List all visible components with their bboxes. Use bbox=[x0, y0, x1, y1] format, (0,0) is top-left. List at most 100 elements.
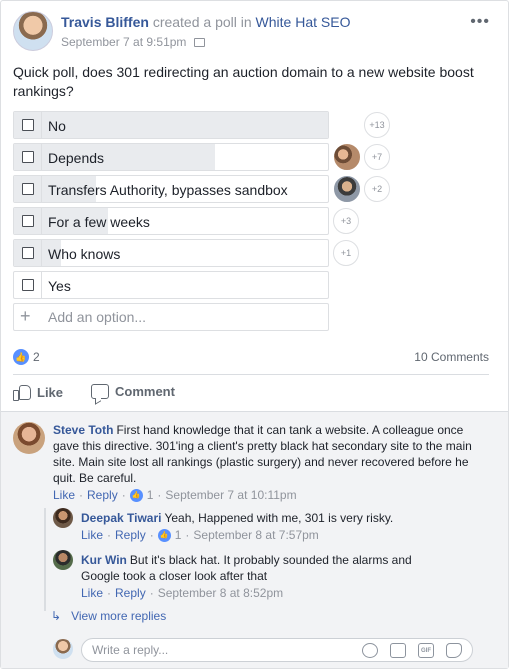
comment-timestamp[interactable]: September 8 at 7:57pm bbox=[193, 528, 318, 542]
commenter-name[interactable]: Deepak Tiwari bbox=[81, 511, 161, 525]
comment-text: But it's black hat. It probably sounded … bbox=[81, 553, 412, 583]
comment-button[interactable]: Comment bbox=[91, 384, 175, 399]
comment-timestamp[interactable]: September 8 at 8:52pm bbox=[158, 586, 283, 600]
comment-timestamp[interactable]: September 7 at 10:11pm bbox=[165, 488, 296, 502]
divider bbox=[13, 374, 489, 375]
separator: · bbox=[149, 586, 154, 600]
poll-option-label: Transfers Authority, bypasses sandbox bbox=[48, 182, 288, 198]
comment-body: Steve Toth First hand knowledge that it c… bbox=[53, 422, 473, 486]
comment-like-link[interactable]: Like bbox=[81, 586, 103, 600]
comment-bubble-icon bbox=[91, 384, 109, 399]
separator: · bbox=[107, 586, 112, 600]
comment: Steve Toth First hand knowledge that it c… bbox=[13, 422, 493, 506]
divider bbox=[41, 240, 42, 266]
voter-avatar[interactable] bbox=[333, 143, 361, 171]
poll-option: For a few weeks +3 bbox=[13, 207, 483, 235]
commenter-avatar[interactable] bbox=[13, 422, 45, 454]
reaction-count[interactable]: 1 bbox=[175, 528, 182, 542]
group-link[interactable]: White Hat SEO bbox=[256, 14, 351, 30]
plus-icon: + bbox=[20, 306, 31, 326]
voter-count-badge[interactable]: +13 bbox=[364, 112, 390, 138]
checkbox[interactable] bbox=[22, 151, 34, 163]
separator: · bbox=[121, 488, 126, 502]
poll-option-no[interactable]: No bbox=[13, 111, 329, 139]
poll-option-label: Depends bbox=[48, 150, 105, 166]
author-avatar[interactable] bbox=[13, 11, 53, 51]
view-more-replies[interactable]: ↳ View more replies bbox=[51, 609, 166, 623]
post-action-text: created a poll in bbox=[152, 14, 252, 30]
author-name[interactable]: Travis Bliffen bbox=[61, 14, 149, 30]
divider bbox=[41, 176, 42, 202]
voter-avatar[interactable] bbox=[333, 175, 361, 203]
comment-text: First hand knowledge that it can tank a … bbox=[53, 423, 472, 485]
separator: · bbox=[149, 528, 154, 542]
post-stats: 👍 2 10 Comments bbox=[13, 347, 489, 367]
checkbox[interactable] bbox=[22, 279, 34, 291]
post-meta: September 7 at 9:51pm bbox=[61, 35, 205, 49]
poll-option-transfers-authority[interactable]: Transfers Authority, bypasses sandbox bbox=[13, 175, 329, 203]
comment-count[interactable]: 10 Comments bbox=[414, 350, 489, 364]
commenter-avatar[interactable] bbox=[53, 550, 73, 570]
sticker-icon[interactable] bbox=[446, 643, 462, 658]
reply-field[interactable]: GIF bbox=[81, 638, 473, 662]
comment-body: Kur Win But it's black hat. It probably s… bbox=[81, 552, 451, 584]
comment-like-link[interactable]: Like bbox=[81, 528, 103, 542]
voter-count-badge[interactable]: +3 bbox=[333, 208, 359, 234]
poll-result-bar bbox=[14, 144, 215, 170]
reply-comment: Kur Win But it's black hat. It probably s… bbox=[53, 550, 493, 606]
poll-post-card: Travis Bliffen created a poll in White H… bbox=[0, 0, 509, 669]
poll-option-label: No bbox=[48, 118, 66, 134]
comment-body: Deepak Tiwari Yeah, Happened with me, 301… bbox=[81, 510, 481, 526]
comment-reply-link[interactable]: Reply bbox=[115, 528, 146, 542]
reply-arrow-icon: ↳ bbox=[51, 609, 62, 623]
voter-list: +13 bbox=[333, 111, 390, 139]
checkbox[interactable] bbox=[22, 183, 34, 195]
emoji-icon[interactable] bbox=[362, 643, 378, 658]
comment-button-label: Comment bbox=[115, 384, 175, 399]
poll-option-depends[interactable]: Depends bbox=[13, 143, 329, 171]
divider bbox=[41, 208, 42, 234]
poll-option-yes[interactable]: Yes bbox=[13, 271, 329, 299]
current-user-avatar bbox=[53, 639, 73, 659]
camera-icon[interactable] bbox=[390, 643, 406, 658]
checkbox[interactable] bbox=[22, 119, 34, 131]
comment-text: Yeah, Happened with me, 301 is very risk… bbox=[164, 511, 394, 525]
reply-input[interactable] bbox=[92, 641, 352, 659]
gif-icon[interactable]: GIF bbox=[418, 643, 434, 658]
post-timestamp[interactable]: September 7 at 9:51pm bbox=[61, 35, 186, 49]
poll-option-label: Who knows bbox=[48, 246, 121, 262]
add-option-input[interactable] bbox=[42, 304, 328, 330]
divider bbox=[41, 112, 42, 138]
separator: · bbox=[185, 528, 190, 542]
more-options-icon[interactable]: ••• bbox=[470, 13, 490, 31]
comment-like-link[interactable]: Like bbox=[53, 488, 75, 502]
voter-list: +2 bbox=[333, 175, 390, 203]
commenter-name[interactable]: Kur Win bbox=[81, 553, 127, 567]
voter-count-badge[interactable]: +2 bbox=[364, 176, 390, 202]
like-reaction-icon[interactable]: 👍 bbox=[13, 349, 29, 365]
poll-question: Quick poll, does 301 redirecting an auct… bbox=[13, 64, 474, 99]
checkbox[interactable] bbox=[22, 247, 34, 259]
like-button[interactable]: Like bbox=[13, 384, 64, 401]
poll-option: Depends +7 bbox=[13, 143, 483, 171]
comment-reply-link[interactable]: Reply bbox=[87, 488, 118, 502]
checkbox[interactable] bbox=[22, 215, 34, 227]
reply-comment: Deepak Tiwari Yeah, Happened with me, 301… bbox=[53, 508, 493, 546]
separator: · bbox=[79, 488, 84, 502]
voter-count-badge[interactable]: +1 bbox=[333, 240, 359, 266]
like-count[interactable]: 2 bbox=[33, 350, 40, 364]
poll-option: No +13 bbox=[13, 111, 483, 139]
post-header: Travis Bliffen created a poll in White H… bbox=[13, 11, 496, 51]
commenter-avatar[interactable] bbox=[53, 508, 73, 528]
voter-count-badge[interactable]: +7 bbox=[364, 144, 390, 170]
commenter-name[interactable]: Steve Toth bbox=[53, 423, 113, 437]
view-more-label: View more replies bbox=[71, 609, 167, 623]
poll-option-few-weeks[interactable]: For a few weeks bbox=[13, 207, 329, 235]
poll-option-who-knows[interactable]: Who knows bbox=[13, 239, 329, 267]
poll-options: No +13 Depends +7 Transfers Authority, b… bbox=[13, 111, 483, 335]
reaction-count[interactable]: 1 bbox=[147, 488, 154, 502]
comment-reply-link[interactable]: Reply bbox=[115, 586, 146, 600]
divider bbox=[41, 272, 42, 298]
like-button-label: Like bbox=[37, 384, 64, 400]
add-option-field: + bbox=[13, 303, 329, 331]
